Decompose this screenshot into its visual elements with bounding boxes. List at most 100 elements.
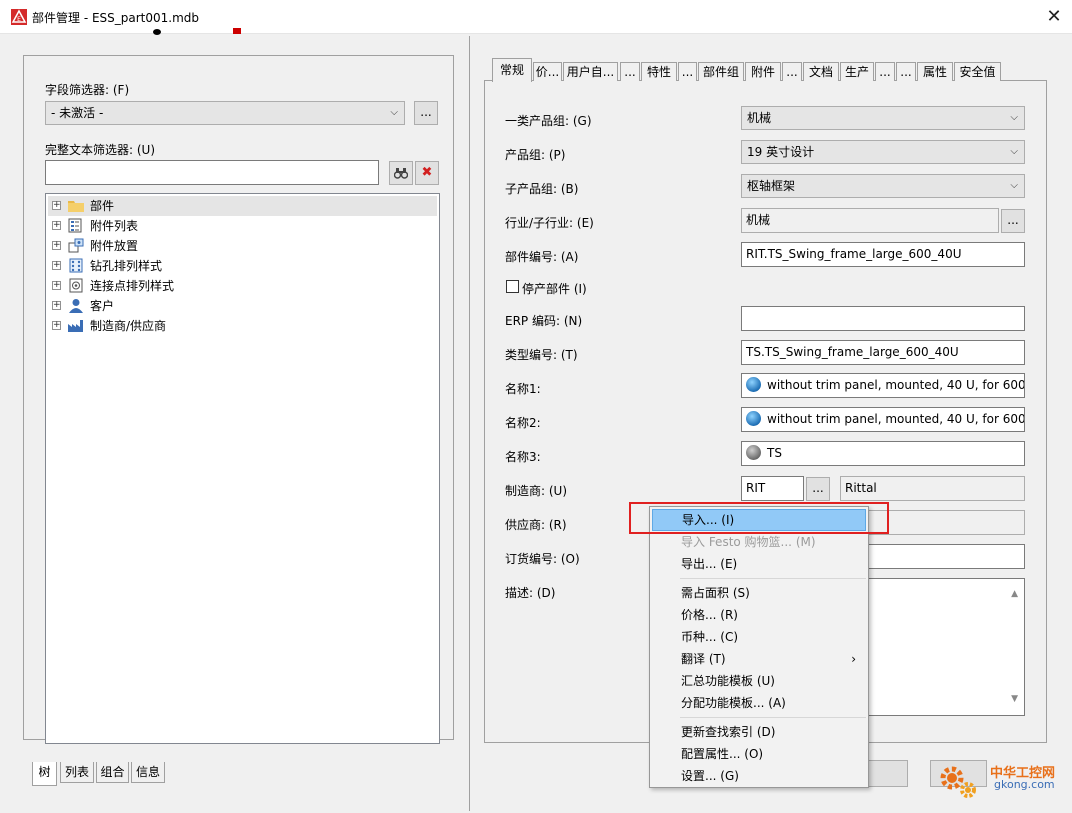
tab-user-defined[interactable]: 用户自... xyxy=(563,62,618,81)
fulltext-filter-label: 完整文本筛选器: (U) xyxy=(45,143,156,157)
context-menu: 导入... (I) 导入 Festo 购物篮... (M) 导出... (E) … xyxy=(649,506,869,788)
product-group-label: 产品组: (P) xyxy=(505,148,566,162)
menu-item-summarize-templates[interactable]: 汇总功能模板 (U) xyxy=(652,670,866,692)
tab-more-1[interactable]: ... xyxy=(620,62,640,81)
connection-pattern-icon xyxy=(69,278,83,293)
scroll-down-icon[interactable]: ▼ xyxy=(1011,688,1018,711)
app-logo-icon: E xyxy=(11,9,27,25)
menu-item-space-requirement[interactable]: 需占面积 (S) xyxy=(652,582,866,604)
tree-node[interactable]: + 钻孔排列样式 xyxy=(48,256,437,276)
menu-item-import[interactable]: 导入... (I) xyxy=(652,509,866,531)
type-number-field[interactable]: TS.TS_Swing_frame_large_600_40U xyxy=(741,340,1025,365)
tab-part-group[interactable]: 部件组 xyxy=(698,62,744,81)
tree-node[interactable]: + 制造商/供应商 xyxy=(48,316,437,336)
tree-node[interactable]: + 部件 xyxy=(48,196,437,216)
name1-label: 名称1: xyxy=(505,382,541,396)
part-number-label: 部件编号: (A) xyxy=(505,250,579,264)
name2-value: without trim panel, mounted, 40 U, for 6… xyxy=(767,412,1025,426)
field-filter-value: - 未激活 - xyxy=(51,106,104,120)
expand-icon[interactable]: + xyxy=(52,281,61,290)
erp-field[interactable] xyxy=(741,306,1025,331)
name3-field[interactable]: TS xyxy=(741,441,1025,466)
tree-node[interactable]: + 附件放置 xyxy=(48,236,437,256)
tab-more-3[interactable]: ... xyxy=(782,62,802,81)
tree-node[interactable]: + 连接点排列样式 xyxy=(48,276,437,296)
menu-separator xyxy=(680,717,866,718)
sub-group-select[interactable]: 枢轴框架 ⌵ xyxy=(741,174,1025,198)
tab-combination[interactable]: 组合 xyxy=(96,762,129,783)
manufacturer-name-field: Rittal xyxy=(840,476,1025,501)
industry-label: 行业/子行业: (E) xyxy=(505,216,594,230)
expand-icon[interactable]: + xyxy=(52,221,61,230)
binoculars-icon[interactable] xyxy=(389,161,413,185)
tree-node-label: 部件 xyxy=(90,199,115,213)
expand-icon[interactable]: + xyxy=(52,321,61,330)
discontinued-checkbox[interactable] xyxy=(506,280,519,293)
tab-features[interactable]: 特性 xyxy=(641,62,677,81)
name1-field[interactable]: without trim panel, mounted, 40 U, for 6… xyxy=(741,373,1025,398)
chevron-down-icon: ⌵ xyxy=(1010,180,1018,191)
menu-item-currency[interactable]: 币种... (C) xyxy=(652,626,866,648)
erp-label: ERP 编码: (N) xyxy=(505,314,583,328)
drilling-pattern-icon xyxy=(69,258,83,273)
tab-more-5[interactable]: ... xyxy=(896,62,916,81)
type-number-label: 类型编号: (T) xyxy=(505,348,578,362)
tree-node[interactable]: + 客户 xyxy=(48,296,437,316)
product-group-value: 19 英寸设计 xyxy=(747,145,815,159)
tree-node-label: 客户 xyxy=(90,299,115,313)
field-filter-select[interactable]: - 未激活 - ⌵ xyxy=(45,101,405,125)
fulltext-filter-input[interactable] xyxy=(45,160,379,185)
tab-documents[interactable]: 文档 xyxy=(803,62,839,81)
tab-safety-values[interactable]: 安全值 xyxy=(954,62,1001,81)
tab-list[interactable]: 列表 xyxy=(60,762,94,783)
name2-label: 名称2: xyxy=(505,416,541,430)
menu-item-update-index[interactable]: 更新查找索引 (D) xyxy=(652,721,866,743)
menu-item-configure-properties[interactable]: 配置属性... (O) xyxy=(652,743,866,765)
tab-production[interactable]: 生产 xyxy=(840,62,874,81)
close-icon[interactable]: ✕ xyxy=(1038,2,1070,32)
watermark-url: gkong.com xyxy=(994,778,1055,791)
panel-splitter[interactable] xyxy=(469,36,470,811)
expand-icon[interactable]: + xyxy=(52,261,61,270)
tab-more-4[interactable]: ... xyxy=(875,62,895,81)
manufacturer-more-button[interactable]: ... xyxy=(806,477,830,501)
globe-icon xyxy=(746,411,761,426)
expand-icon[interactable]: + xyxy=(52,201,61,210)
tab-tree[interactable]: 树 xyxy=(32,762,57,786)
product-group1-select[interactable]: 机械 ⌵ xyxy=(741,106,1025,130)
part-number-field[interactable]: RIT.TS_Swing_frame_large_600_40U xyxy=(741,242,1025,267)
accessory-list-icon xyxy=(68,218,82,233)
chevron-down-icon: ⌵ xyxy=(1010,112,1018,123)
tree-node-label: 钻孔排列样式 xyxy=(90,259,163,273)
industry-more-button[interactable]: ... xyxy=(1001,209,1025,233)
tab-more-2[interactable]: ... xyxy=(678,62,697,81)
menu-item-translate[interactable]: 翻译 (T) › xyxy=(652,648,866,670)
tab-accessories[interactable]: 附件 xyxy=(745,62,781,81)
tree-node[interactable]: + 附件列表 xyxy=(48,216,437,236)
field-filter-more-button[interactable]: ... xyxy=(414,101,438,125)
menu-item-settings[interactable]: 设置... (G) xyxy=(652,765,866,787)
customer-icon xyxy=(69,299,83,313)
tab-info[interactable]: 信息 xyxy=(131,762,165,783)
manufacturer-code-field[interactable]: RIT xyxy=(741,476,804,501)
product-group-select[interactable]: 19 英寸设计 ⌵ xyxy=(741,140,1025,164)
tab-general[interactable]: 常规 xyxy=(492,58,532,82)
menu-item-translate-label: 翻译 (T) xyxy=(681,652,726,666)
menu-item-price[interactable]: 价格... (R) xyxy=(652,604,866,626)
tab-price[interactable]: 价... xyxy=(533,62,562,81)
expand-icon[interactable]: + xyxy=(52,241,61,250)
order-number-label: 订货编号: (O) xyxy=(505,552,580,566)
name3-value: TS xyxy=(767,446,782,460)
scroll-up-icon[interactable]: ▲ xyxy=(1011,583,1018,606)
menu-item-export[interactable]: 导出... (E) xyxy=(652,553,866,575)
industry-field: 机械 xyxy=(741,208,999,233)
name2-field[interactable]: without trim panel, mounted, 40 U, for 6… xyxy=(741,407,1025,432)
factory-icon xyxy=(68,320,83,332)
parts-tree[interactable]: + 部件 + 附件列表 + 附件放置 + 钻孔排列样式 + 连接点排列样式 + … xyxy=(45,193,440,744)
tab-properties[interactable]: 属性 xyxy=(917,62,953,81)
expand-icon[interactable]: + xyxy=(52,301,61,310)
submenu-arrow-icon: › xyxy=(851,652,856,666)
clear-filter-icon[interactable]: ✖ xyxy=(415,161,439,185)
menu-item-assign-templates[interactable]: 分配功能模板... (A) xyxy=(652,692,866,714)
tree-node-label: 附件放置 xyxy=(90,239,139,253)
